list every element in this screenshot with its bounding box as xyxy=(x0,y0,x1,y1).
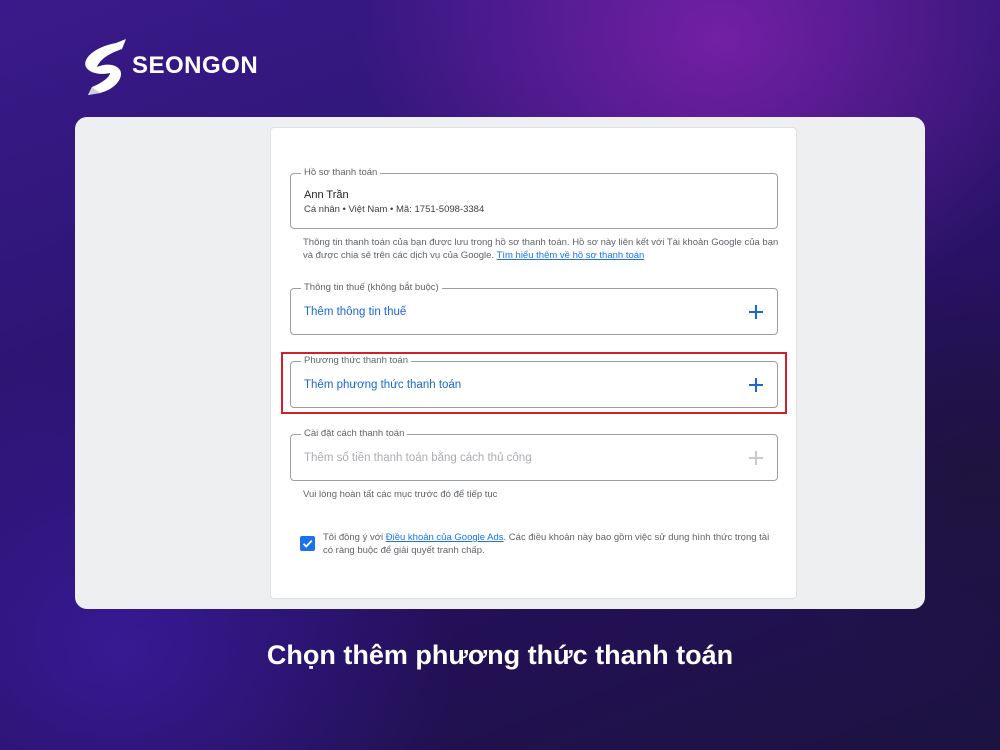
caption: Chọn thêm phương thức thanh toán xyxy=(266,640,734,670)
payment-settings-helper: Vui lòng hoàn tất các mục trước đó để ti… xyxy=(303,489,498,500)
profile-detail: Cá nhân • Việt Nam • Mã: 1751-5098-3384 xyxy=(304,204,485,215)
checkbox-checked-icon xyxy=(302,539,313,548)
terms-prefix: Tôi đồng ý với xyxy=(323,532,384,543)
screenshot-panel: Hồ sơ thanh toán Ann Trần Cá nhân • Việt… xyxy=(75,117,925,609)
add-manual-payment-button: Thêm số tiền thanh toán bằng cách thủ cô… xyxy=(304,451,532,464)
tax-info-field[interactable]: Thông tin thuế (không bắt buộc) Thêm thô… xyxy=(290,282,778,335)
billing-profile-legend: Hồ sơ thanh toán xyxy=(301,167,381,179)
terms-link[interactable]: Điều khoản của Google Ads xyxy=(386,532,504,543)
add-tax-info-button[interactable]: Thêm thông tin thuế xyxy=(304,306,406,318)
plus-icon[interactable] xyxy=(749,304,763,319)
payment-settings-field: Cài đặt cách thanh toán Thêm số tiền tha… xyxy=(290,428,778,481)
profile-name: Ann Trần xyxy=(304,189,349,201)
billing-profile-helper: Thông tin thanh toán của bạn được lưu tr… xyxy=(303,236,783,262)
plus-icon[interactable] xyxy=(749,377,763,392)
seongon-logo: SEONGON xyxy=(80,38,259,95)
terms-text: Tôi đồng ý với Điều khoản của Google Ads… xyxy=(323,531,773,557)
add-payment-method-button[interactable]: Thêm phương thức thanh toán xyxy=(304,379,461,391)
plus-icon xyxy=(749,450,763,465)
brand-name: SEONGON xyxy=(132,52,259,79)
billing-profile-learn-more-link[interactable]: Tìm hiểu thêm về hồ sơ thanh toán xyxy=(497,250,645,261)
billing-setup-card: Hồ sơ thanh toán Ann Trần Cá nhân • Việt… xyxy=(270,127,797,599)
terms-checkbox[interactable] xyxy=(300,536,315,551)
payment-settings-legend: Cài đặt cách thanh toán xyxy=(301,428,408,440)
payment-method-legend: Phương thức thanh toán xyxy=(301,355,411,367)
seongon-logo-icon xyxy=(85,39,126,95)
tax-info-legend: Thông tin thuế (không bắt buộc) xyxy=(301,282,442,294)
billing-profile-field[interactable]: Hồ sơ thanh toán Ann Trần Cá nhân • Việt… xyxy=(290,167,778,229)
payment-method-field[interactable]: Phương thức thanh toán Thêm phương thức … xyxy=(290,355,778,408)
